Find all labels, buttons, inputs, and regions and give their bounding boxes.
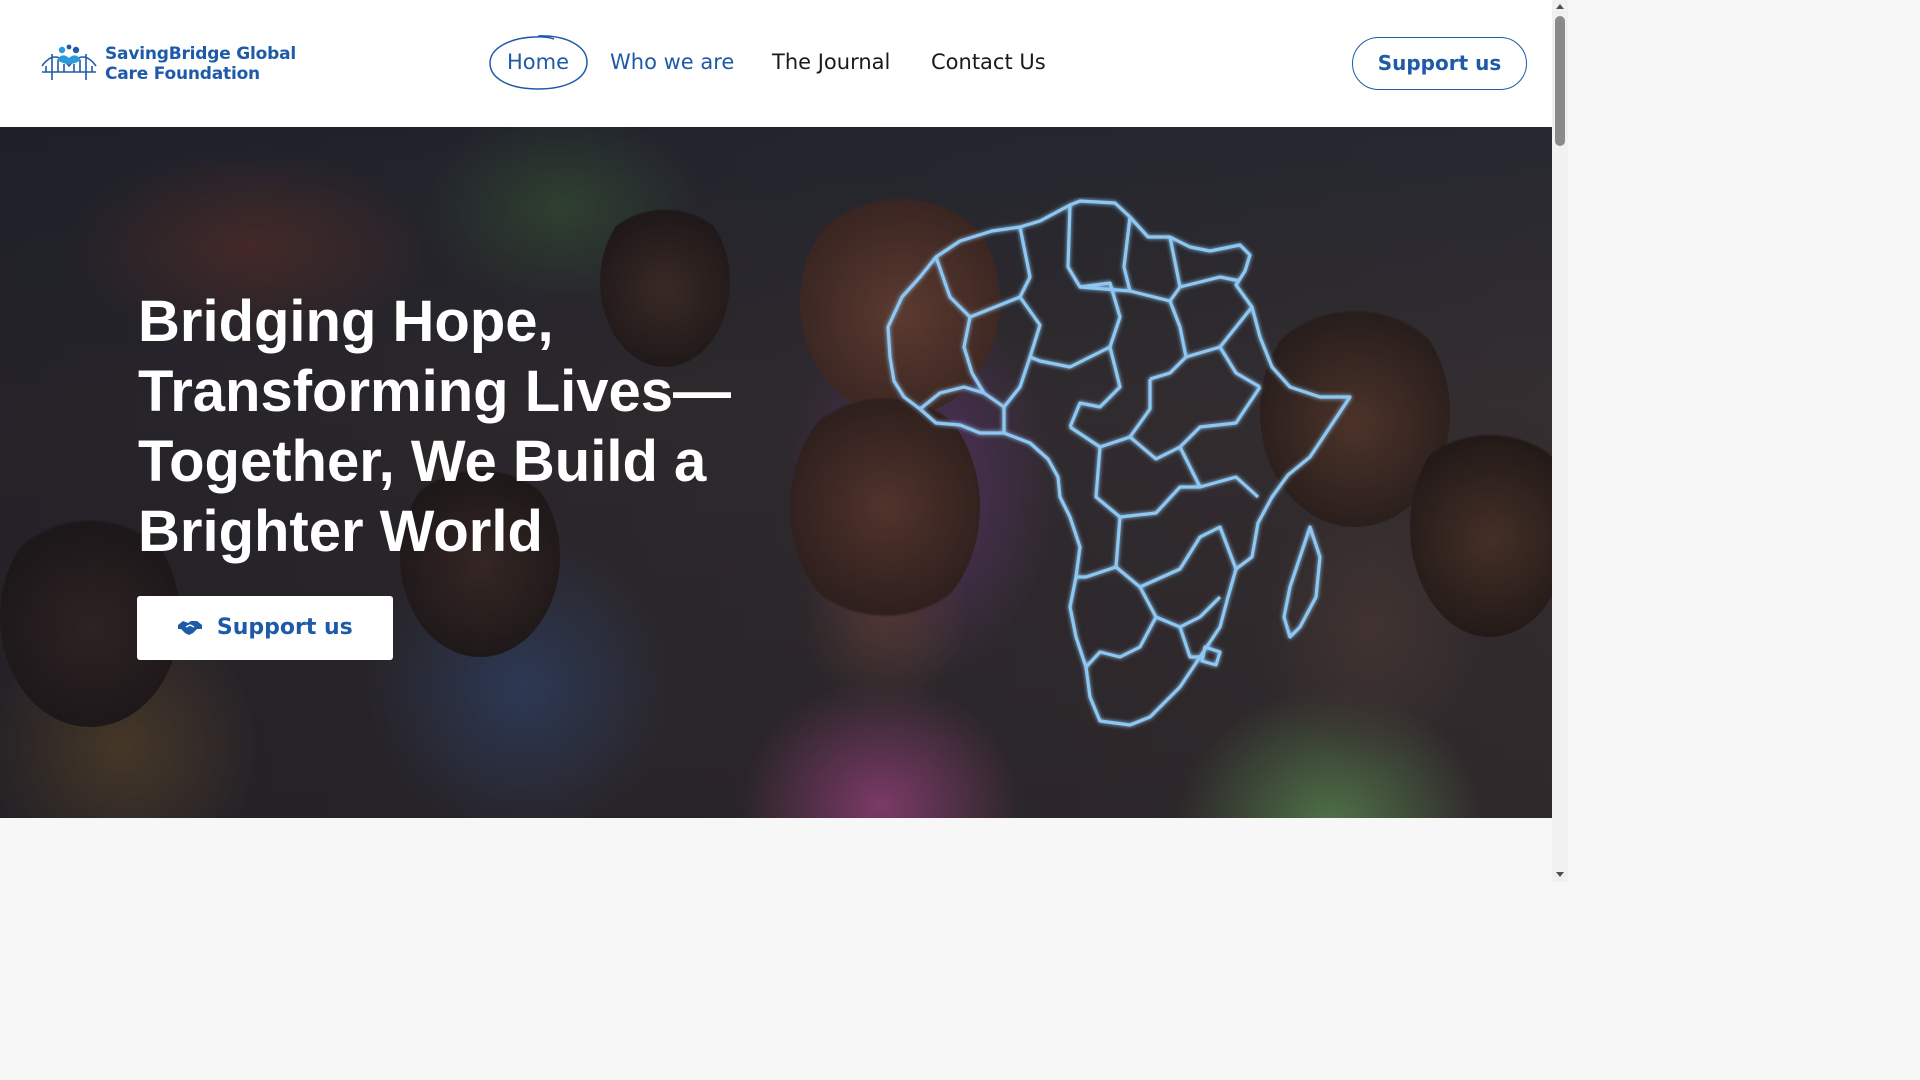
- nav-contact-us[interactable]: Contact Us: [931, 34, 1046, 90]
- header-support-button[interactable]: Support us: [1352, 37, 1527, 90]
- brand-name: SavingBridge Global Care Foundation: [105, 44, 296, 84]
- nav-the-journal[interactable]: The Journal: [772, 34, 890, 90]
- hero-support-button[interactable]: Support us: [137, 596, 393, 660]
- brand-name-line1: SavingBridge Global: [105, 44, 296, 64]
- scroll-up-arrow-icon[interactable]: [1556, 4, 1564, 9]
- hero-support-label: Support us: [216, 615, 353, 640]
- site-header: SavingBridge Global Care Foundation Home…: [0, 0, 1552, 127]
- nav-home[interactable]: Home: [488, 34, 588, 90]
- scroll-down-arrow-icon[interactable]: [1556, 872, 1564, 877]
- nav-home-label: Home: [506, 50, 569, 74]
- bridge-logo-icon: [41, 44, 97, 80]
- nav-who-we-are[interactable]: Who we are: [610, 34, 734, 90]
- africa-map-icon: [886, 199, 1352, 727]
- scroll-thumb[interactable]: [1555, 16, 1565, 146]
- page-scrollbar[interactable]: [1552, 0, 1568, 882]
- brand-name-line2: Care Foundation: [105, 64, 260, 84]
- next-section: [0, 818, 1552, 882]
- hero-heading: Bridging Hope, Transforming Lives—Togeth…: [138, 289, 732, 564]
- site-logo[interactable]: SavingBridge Global Care Foundation: [40, 40, 310, 88]
- hero-section: Bridging Hope, Transforming Lives—Togeth…: [0, 127, 1552, 818]
- handshake-icon: [178, 621, 203, 635]
